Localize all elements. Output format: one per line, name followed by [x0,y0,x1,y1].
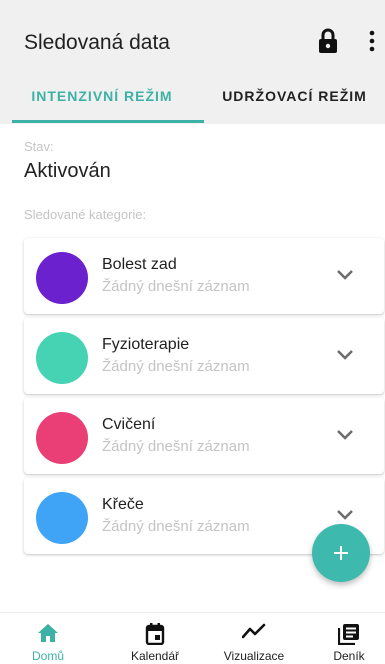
screen: Sledovaná data INTENZIVNÍ REŽIM UDRŽOVAC… [0,0,385,664]
category-color-dot [36,412,88,464]
category-card-fyzioterapie[interactable]: Fyzioterapie Žádný dnešní záznam [24,318,384,394]
category-name: Křeče [102,496,144,513]
trend-icon [242,623,266,639]
nav-label: Vizualizace [223,649,285,663]
plus-icon [334,546,348,560]
calendar-icon [145,623,165,645]
diary-icon [338,624,359,645]
app-bar: Sledovaná data [0,0,385,68]
chevron-down-icon[interactable] [336,509,354,521]
category-color-dot [36,332,88,384]
category-status: Žádný dnešní záznam [102,518,250,535]
tab-indicator [12,120,204,123]
category-color-dot [36,492,88,544]
more-vert-icon[interactable] [367,30,377,52]
tab-intensive-mode[interactable]: INTENZIVNÍ REŽIM [0,68,204,124]
home-icon [38,624,58,642]
nav-item-visualization[interactable]: Vizualizace [206,613,302,664]
category-card-cviceni[interactable]: Cvičení Žádný dnešní záznam [24,398,384,474]
app-title: Sledovaná data [24,31,170,54]
category-name: Cvičení [102,416,156,433]
nav-label: Domů [31,649,64,663]
chevron-down-icon[interactable] [336,269,354,281]
chevron-down-icon[interactable] [336,429,354,441]
status-value: Aktivován [24,160,111,182]
category-status: Žádný dnešní záznam [102,438,250,455]
category-card-bolest-zad[interactable]: Bolest zad Žádný dnešní záznam [24,238,384,314]
nav-item-calendar[interactable]: Kalendář [107,613,203,664]
tab-maintenance-mode[interactable]: UDRŽOVACÍ REŽIM [204,68,385,124]
category-name: Bolest zad [102,256,177,273]
category-color-dot [36,252,88,304]
nav-item-home[interactable]: Domů [0,613,96,664]
status-label: Stav: [24,139,54,154]
chevron-down-icon[interactable] [336,349,354,361]
add-button[interactable] [312,524,370,582]
category-status: Žádný dnešní záznam [102,278,250,295]
category-status: Žádný dnešní záznam [102,358,250,375]
bottom-navigation: Domů Kalendář Vizualizace Deník [0,612,385,664]
category-name: Fyzioterapie [102,336,190,353]
nav-label: Kalendář [130,649,180,663]
nav-label: Deník [333,649,365,663]
categories-label: Sledované kategorie: [24,207,147,222]
nav-item-diary[interactable]: Deník [301,613,385,664]
mode-tabs: INTENZIVNÍ REŽIM UDRŽOVACÍ REŽIM [0,68,385,124]
lock-icon[interactable] [318,28,338,54]
